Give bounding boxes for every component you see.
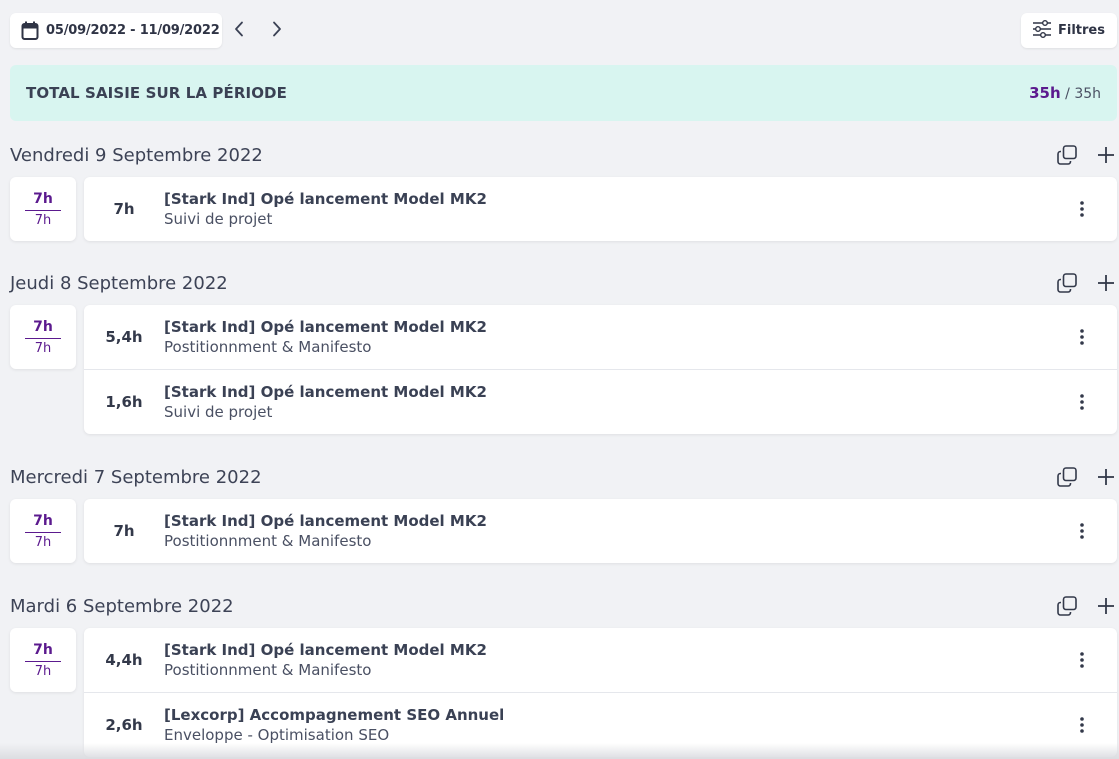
day-total-expected: 7h [34,534,52,550]
plus-icon[interactable] [1097,146,1115,164]
more-vertical-icon[interactable] [1047,305,1117,369]
day-entries: 5,4h [Stark Ind] Opé lancement Model MK2… [84,305,1117,434]
day-total-expected: 7h [34,663,52,679]
day-entries: 7h [Stark Ind] Opé lancement Model MK2 P… [84,499,1117,563]
day-title: Jeudi 8 Septembre 2022 [10,272,228,294]
day-total-entered: 7h [33,512,53,529]
toolbar: 05/09/2022 - 11/09/2022 Filtres [10,13,1117,49]
entry-project: [Stark Ind] Opé lancement Model MK2 [164,383,487,401]
entry-hours: 2,6h [105,716,143,734]
plus-icon[interactable] [1097,468,1115,486]
entry-task: Suivi de projet [164,403,273,421]
day-header: Vendredi 9 Septembre 2022 [10,140,1117,170]
period-total-label: TOTAL SAISIE SUR LA PÉRIODE [26,84,287,102]
filters-label: Filtres [1058,23,1105,38]
entry-hours: 7h [113,522,135,540]
sliders-icon [1032,19,1052,42]
day-entries: 7h [Stark Ind] Opé lancement Model MK2 S… [84,177,1117,241]
entry-task: Postitionnment & Manifesto [164,532,372,550]
more-vertical-icon[interactable] [1047,628,1117,692]
period-total-entered: 35h [1029,84,1061,102]
time-entry[interactable]: 1,6h [Stark Ind] Opé lancement Model MK2… [84,369,1117,434]
day-total-entered: 7h [33,318,53,335]
entry-project: [Stark Ind] Opé lancement Model MK2 [164,641,487,659]
more-vertical-icon[interactable] [1047,499,1117,563]
day-total-divider [25,337,61,339]
entry-project: [Stark Ind] Opé lancement Model MK2 [164,512,487,530]
time-entry[interactable]: 7h [Stark Ind] Opé lancement Model MK2 S… [84,177,1117,241]
period-total-expected: 35h [1074,86,1101,102]
more-vertical-icon[interactable] [1047,177,1117,241]
time-entry[interactable]: 4,4h [Stark Ind] Opé lancement Model MK2… [84,628,1117,692]
day-entries: 4,4h [Stark Ind] Opé lancement Model MK2… [84,628,1117,757]
day-title: Mercredi 7 Septembre 2022 [10,466,262,488]
date-range-text: 05/09/2022 - 11/09/2022 [46,23,220,38]
copy-icon[interactable] [1057,596,1077,616]
time-entry[interactable]: 7h [Stark Ind] Opé lancement Model MK2 P… [84,499,1117,563]
day-header: Jeudi 8 Septembre 2022 [10,268,1117,298]
copy-icon[interactable] [1057,145,1077,165]
day-total: 7h 7h [10,305,76,369]
entry-hours: 1,6h [105,393,143,411]
calendar-icon [21,21,39,41]
day-total-expected: 7h [34,212,52,228]
entry-task: Postitionnment & Manifesto [164,661,372,679]
plus-icon[interactable] [1097,597,1115,615]
chevron-left-icon [234,21,244,41]
chevron-right-icon [272,21,282,41]
entry-task: Suivi de projet [164,210,273,228]
day-total: 7h 7h [10,177,76,241]
period-total-value: 35h / 35h [1029,84,1101,102]
filters-button[interactable]: Filtres [1021,13,1117,48]
period-total-banner: TOTAL SAISIE SUR LA PÉRIODE 35h / 35h [10,65,1117,121]
entry-hours: 7h [113,200,135,218]
day-total-divider [25,660,61,662]
previous-week-button[interactable] [226,13,252,48]
next-week-button[interactable] [264,13,290,48]
plus-icon[interactable] [1097,274,1115,292]
day-title: Vendredi 9 Septembre 2022 [10,144,263,166]
day-header: Mardi 6 Septembre 2022 [10,591,1117,621]
entry-task: Postitionnment & Manifesto [164,338,372,356]
entry-project: [Lexcorp] Accompagnement SEO Annuel [164,706,505,724]
day-total-expected: 7h [34,340,52,356]
day-title: Mardi 6 Septembre 2022 [10,595,234,617]
copy-icon[interactable] [1057,467,1077,487]
entry-hours: 5,4h [105,328,143,346]
entry-hours: 4,4h [105,651,143,669]
period-total-separator: / [1060,86,1075,102]
more-vertical-icon[interactable] [1047,370,1117,434]
day-total-entered: 7h [33,190,53,207]
copy-icon[interactable] [1057,273,1077,293]
entry-project: [Stark Ind] Opé lancement Model MK2 [164,190,487,208]
time-entry[interactable]: 5,4h [Stark Ind] Opé lancement Model MK2… [84,305,1117,369]
day-total-divider [25,531,61,533]
day-header: Mercredi 7 Septembre 2022 [10,462,1117,492]
day-total-entered: 7h [33,641,53,658]
entry-project: [Stark Ind] Opé lancement Model MK2 [164,318,487,336]
entry-task: Enveloppe - Optimisation SEO [164,726,390,744]
day-total-divider [25,209,61,211]
day-total: 7h 7h [10,628,76,692]
scroll-fade [0,743,1119,759]
date-range-picker[interactable]: 05/09/2022 - 11/09/2022 [10,13,222,48]
day-total: 7h 7h [10,499,76,563]
